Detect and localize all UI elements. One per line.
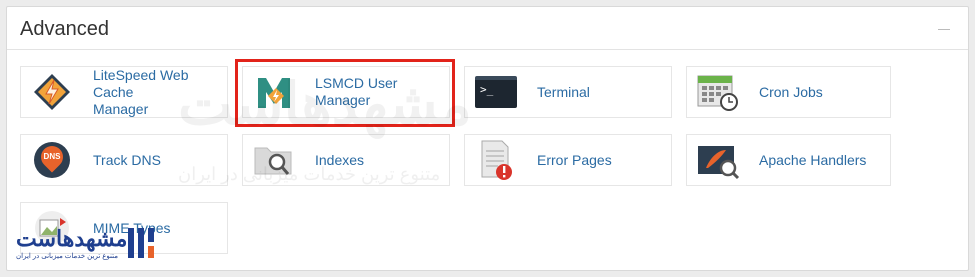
item-track-dns[interactable]: DNS Track DNS bbox=[20, 134, 228, 186]
feather-search-icon bbox=[695, 138, 741, 182]
error-document-icon bbox=[473, 138, 519, 182]
collapse-button[interactable] bbox=[938, 29, 950, 30]
highlight-box bbox=[235, 59, 455, 127]
item-label: Terminal bbox=[537, 83, 590, 100]
terminal-icon: >_ bbox=[473, 70, 519, 114]
terminal-prompt: >_ bbox=[475, 76, 517, 108]
item-apache-handlers[interactable]: Apache Handlers bbox=[686, 134, 891, 186]
section-title: Advanced bbox=[20, 18, 109, 40]
brand-tagline: متنوع ترین خدمات میزبانی در ایران bbox=[16, 253, 118, 260]
item-label: Error Pages bbox=[537, 151, 612, 168]
item-label: Apache Handlers bbox=[759, 151, 867, 168]
calendar-clock-icon bbox=[695, 70, 741, 114]
item-label: LiteSpeed Web Cache bbox=[93, 66, 189, 100]
folder-search-icon bbox=[251, 138, 297, 182]
item-label: Manager bbox=[93, 100, 149, 117]
litespeed-icon bbox=[29, 70, 75, 114]
brand-name: مشهدهاست bbox=[16, 226, 128, 251]
item-label: Indexes bbox=[315, 151, 365, 168]
dns-badge: DNS bbox=[43, 152, 61, 161]
item-litespeed-cache[interactable]: LiteSpeed Web Cache Manager bbox=[20, 66, 228, 118]
item-label: Track DNS bbox=[93, 151, 161, 168]
item-indexes[interactable]: Indexes bbox=[242, 134, 450, 186]
dns-pin-icon: DNS bbox=[29, 138, 75, 182]
item-terminal[interactable]: >_ Terminal bbox=[464, 66, 672, 118]
brand-mark-icon bbox=[128, 228, 154, 258]
item-error-pages[interactable]: Error Pages bbox=[464, 134, 672, 186]
panel-header: Advanced bbox=[7, 7, 968, 50]
item-label: Cron Jobs bbox=[759, 83, 823, 100]
item-cron-jobs[interactable]: Cron Jobs bbox=[686, 66, 891, 118]
